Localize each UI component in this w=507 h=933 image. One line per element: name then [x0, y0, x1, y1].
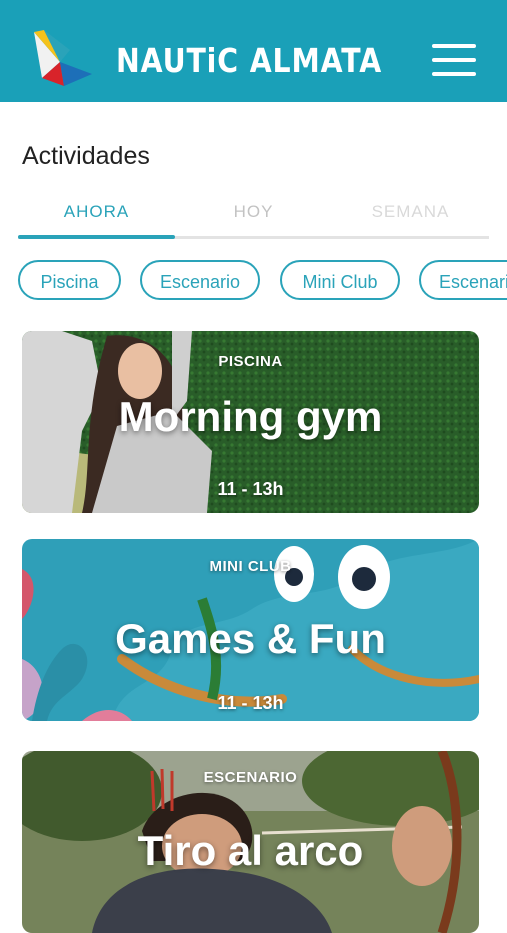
filter-chip-escenario-2[interactable]: Escenario: [419, 260, 507, 300]
time-tabs: AHORA HOY SEMANA: [18, 196, 489, 242]
menu-line: [432, 58, 476, 62]
filter-chips: Piscina Escenario Mini Club Escenario: [18, 260, 507, 304]
sailboat-logo-icon: [34, 30, 92, 86]
activity-time: 11 - 13h: [217, 479, 284, 499]
activity-category: ESCENARIO: [203, 769, 298, 786]
activity-card-morning-gym[interactable]: PISCINA Morning gym 11 - 13h: [22, 331, 479, 513]
activity-card-games-fun[interactable]: MINI CLUB Games & Fun 11 - 13h: [22, 539, 479, 721]
filter-chip-escenario[interactable]: Escenario: [140, 260, 260, 300]
activity-time: 11 - 13h: [217, 693, 284, 713]
activity-category: MINI CLUB: [209, 558, 292, 575]
brand-name: NAUTiC ALMATA: [116, 41, 383, 80]
app-header: NAUTiC ALMATA: [0, 0, 507, 102]
activity-card-tiro-al-arco[interactable]: ESCENARIO Tiro al arco: [22, 751, 479, 933]
menu-line: [432, 72, 476, 76]
page-title: Actividades: [22, 142, 150, 170]
tab-semana[interactable]: SEMANA: [332, 196, 489, 232]
activity-title: Morning gym: [118, 393, 383, 440]
hamburger-menu-icon[interactable]: [428, 40, 480, 80]
tab-hoy[interactable]: HOY: [175, 196, 332, 232]
activity-title: Tiro al arco: [137, 827, 364, 874]
tab-active-indicator: [18, 235, 175, 239]
menu-line: [432, 44, 476, 48]
activity-category: PISCINA: [218, 353, 283, 370]
filter-chip-piscina[interactable]: Piscina: [18, 260, 121, 300]
filter-chip-mini-club[interactable]: Mini Club: [280, 260, 400, 300]
activity-title: Games & Fun: [115, 615, 386, 662]
tab-ahora[interactable]: AHORA: [18, 196, 175, 232]
